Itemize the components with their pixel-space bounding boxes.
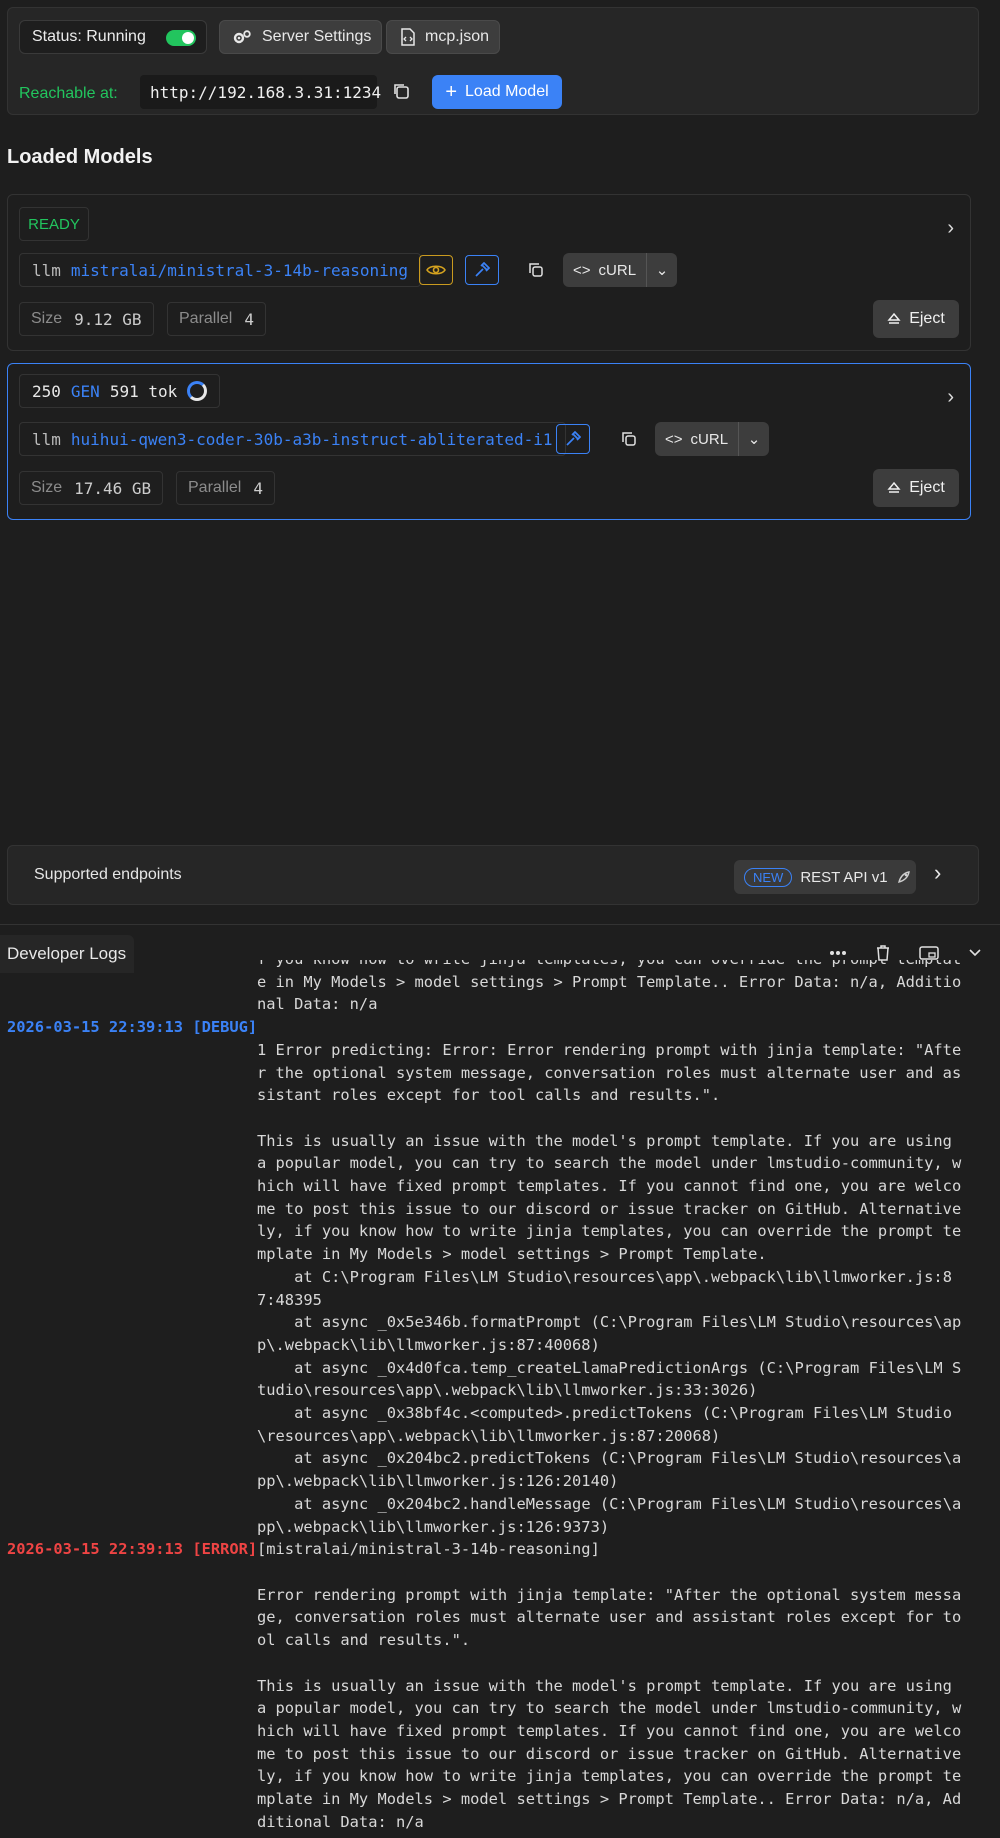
rest-api-button[interactable]: NEW REST API v1 <box>734 860 916 894</box>
eject-label: Eject <box>909 310 945 327</box>
loaded-models-title: Loaded Models <box>7 146 153 168</box>
loading-spinner-icon <box>187 381 208 401</box>
status-label: Status: Running <box>32 28 146 45</box>
plus-icon: + <box>445 81 458 103</box>
curl-button[interactable]: <> cURL <box>655 422 740 456</box>
model-name: huihui-qwen3-coder-30b-a3b-instruct-abli… <box>70 429 553 449</box>
developer-logs-output[interactable]: f you know how to write jinja templates,… <box>0 960 1000 1838</box>
size-info: Size 17.46 GB <box>19 471 164 505</box>
log-entry: f you know how to write jinja templates,… <box>0 960 1000 1016</box>
ready-badge: READY <box>19 207 89 241</box>
prompt-count: 250 <box>32 381 61 401</box>
server-panel: Status: Running Server Settings mcp.json… <box>7 7 979 115</box>
tool-use-button[interactable] <box>556 424 590 454</box>
eye-icon <box>426 265 446 275</box>
mcp-json-button[interactable]: mcp.json <box>386 20 500 54</box>
log-entry: 2026-03-15 22:39:13 [ERROR] [mistralai/m… <box>0 1538 1000 1833</box>
size-label: Size <box>31 310 63 327</box>
server-toggle[interactable] <box>166 30 196 46</box>
eject-icon <box>887 481 901 493</box>
log-message: 1 Error predicting: Error: Error renderi… <box>257 1040 962 1536</box>
token-count: 591 tok <box>109 381 178 401</box>
status-toggle-pill[interactable]: Status: Running <box>19 20 207 54</box>
log-entry: 2026-03-15 22:39:13 [DEBUG] <box>0 1016 1000 1039</box>
model-identifier[interactable]: llm mistralai/ministral-3-14b-reasoning <box>19 253 422 287</box>
model-identifier[interactable]: llm huihui-qwen3-coder-30b-a3b-instruct-… <box>19 422 566 456</box>
log-timestamp: 2026-03-15 22:39:13 [DEBUG] <box>7 1018 258 1037</box>
parallel-value: 4 <box>253 478 263 498</box>
panel-divider <box>0 924 1000 925</box>
size-info: Size 9.12 GB <box>19 302 154 336</box>
parallel-info: Parallel 4 <box>176 471 275 505</box>
load-model-button[interactable]: + Load Model <box>432 75 562 109</box>
generation-status: 250 GEN 591 tok <box>19 374 221 408</box>
model-card[interactable]: 250 GEN 591 tok › llm huihui-qwen3-coder… <box>7 363 971 520</box>
log-entry: 1 Error predicting: Error: Error renderi… <box>0 1039 1000 1538</box>
eject-label: Eject <box>909 479 945 496</box>
reachable-label: Reachable at: <box>19 85 118 102</box>
model-name: mistralai/ministral-3-14b-reasoning <box>70 260 409 280</box>
endpoints-label: Supported endpoints <box>34 866 182 883</box>
file-code-icon <box>401 28 415 46</box>
parallel-label: Parallel <box>179 310 233 327</box>
model-kind: llm <box>32 429 61 449</box>
tool-use-button[interactable] <box>465 255 499 285</box>
server-settings-button[interactable]: Server Settings <box>219 20 382 54</box>
size-value: 9.12 GB <box>74 309 142 329</box>
code-icon: <> <box>573 261 591 279</box>
log-timestamp <box>0 961 257 1016</box>
log-message <box>257 1016 969 1039</box>
eject-button[interactable]: Eject <box>873 469 959 507</box>
chevron-right-icon[interactable]: › <box>934 860 941 886</box>
parallel-info: Parallel 4 <box>167 302 266 336</box>
code-icon: <> <box>665 430 683 448</box>
chevron-right-icon[interactable]: › <box>947 386 954 409</box>
hammer-icon <box>566 431 581 446</box>
server-url[interactable]: http://192.168.3.31:1234 <box>140 75 381 109</box>
size-label: Size <box>31 479 63 496</box>
mcp-json-label: mcp.json <box>425 28 490 45</box>
curl-dropdown[interactable]: <> cURL ⌄ <box>655 422 770 456</box>
curl-label: cURL <box>598 261 637 279</box>
new-badge: NEW <box>744 867 793 887</box>
copy-model-button[interactable] <box>614 424 644 454</box>
parallel-label: Parallel <box>188 479 242 496</box>
curl-dropdown[interactable]: <> cURL ⌄ <box>563 253 678 287</box>
eject-button[interactable]: Eject <box>873 300 959 338</box>
gen-label: GEN <box>70 381 100 401</box>
rocket-icon <box>897 871 910 883</box>
chevron-down-icon[interactable]: ⌄ <box>739 422 769 456</box>
copy-icon <box>529 263 543 277</box>
curl-button[interactable]: <> cURL <box>563 253 648 287</box>
supported-endpoints-bar[interactable]: Supported endpoints NEW REST API v1 › <box>7 845 979 905</box>
hammer-icon <box>475 262 490 277</box>
parallel-value: 4 <box>244 309 254 329</box>
curl-label: cURL <box>690 430 729 448</box>
model-card[interactable]: READY › llm mistralai/ministral-3-14b-re… <box>7 194 971 351</box>
server-settings-label: Server Settings <box>262 28 372 45</box>
chevron-down-icon[interactable]: ⌄ <box>647 253 677 287</box>
copy-url-icon[interactable] <box>392 82 410 100</box>
eject-icon <box>887 312 901 324</box>
rest-api-label: REST API v1 <box>800 868 888 886</box>
model-kind: llm <box>32 260 61 280</box>
log-timestamp <box>0 1039 257 1538</box>
log-timestamp: 2026-03-15 22:39:13 [ERROR] <box>7 1540 258 1559</box>
vision-button[interactable] <box>419 255 453 285</box>
copy-model-button[interactable] <box>521 255 551 285</box>
chevron-right-icon[interactable]: › <box>947 217 954 240</box>
log-message: [mistralai/ministral-3-14b-reasoning] Er… <box>257 1540 962 1831</box>
log-message: f you know how to write jinja templates,… <box>257 960 962 1014</box>
load-model-label: Load Model <box>465 83 549 100</box>
copy-icon <box>622 432 636 446</box>
size-value: 17.46 GB <box>74 478 152 498</box>
gears-icon <box>233 30 251 44</box>
